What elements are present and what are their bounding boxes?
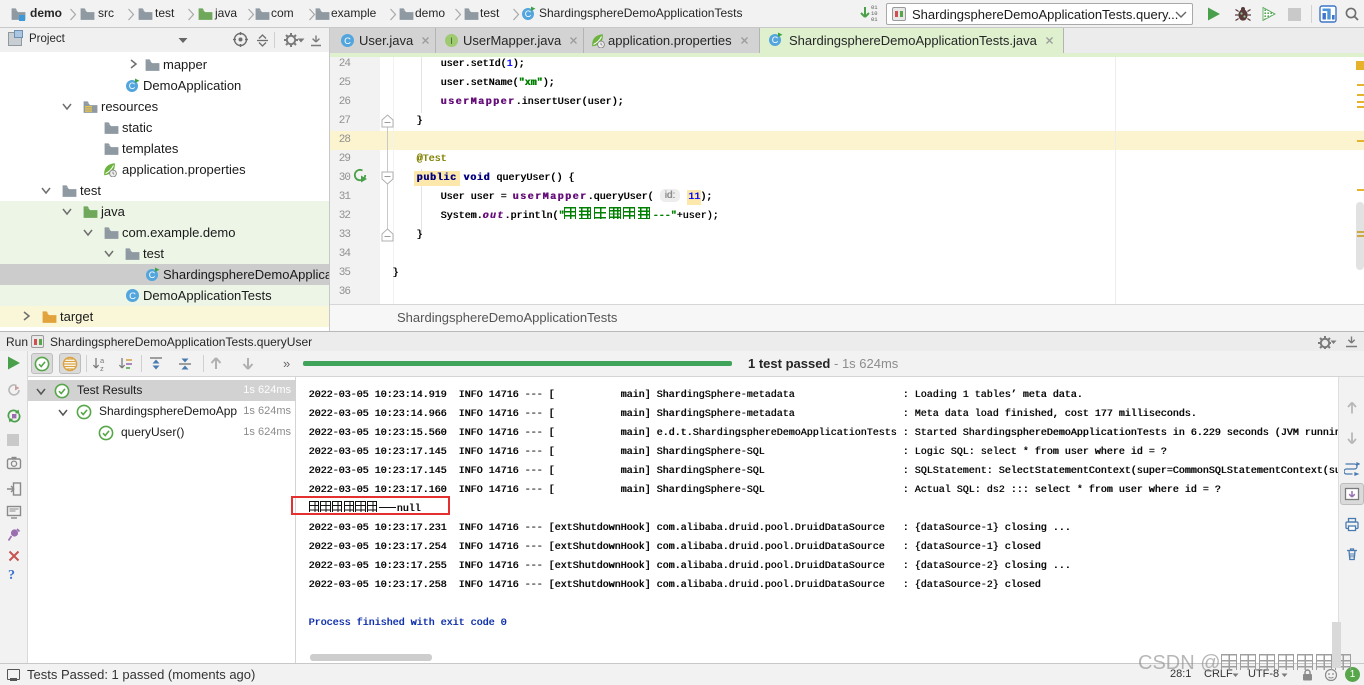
- svg-text:z: z: [100, 364, 104, 372]
